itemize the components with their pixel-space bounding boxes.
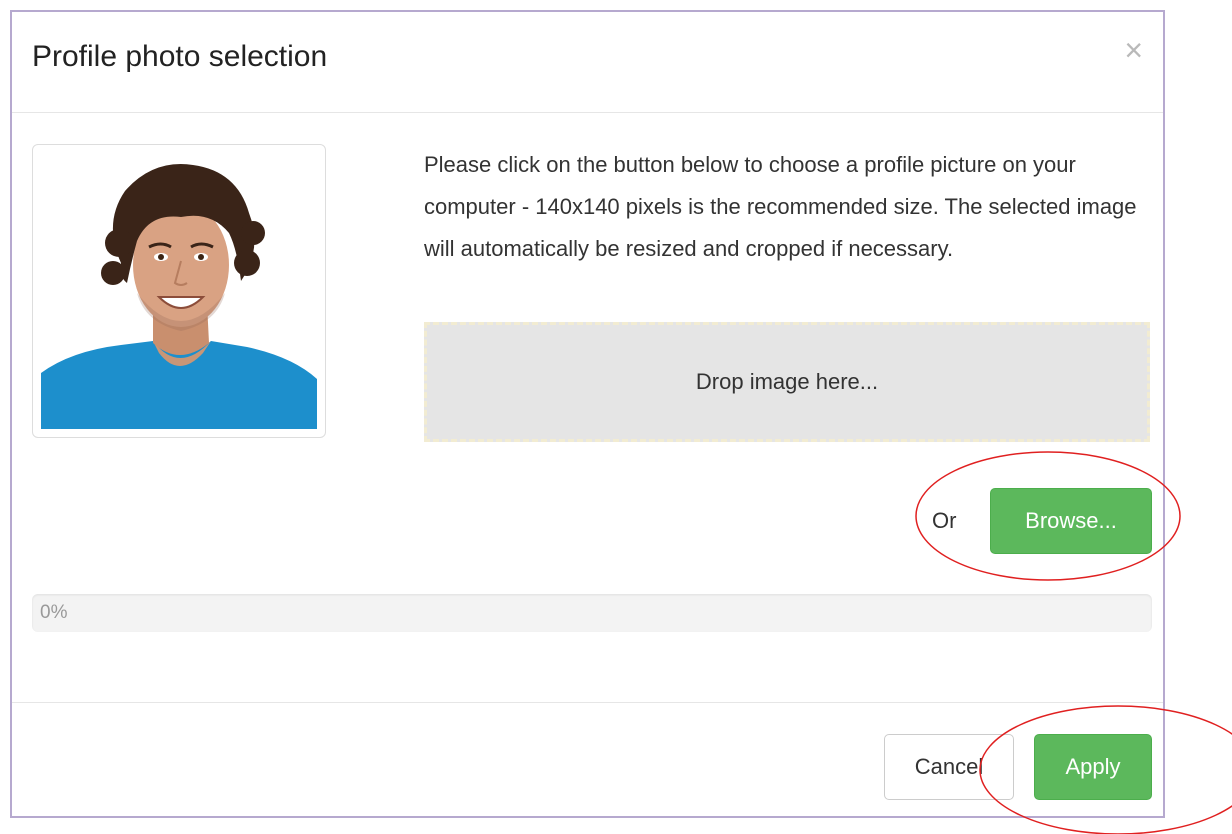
browse-button[interactable]: Browse... — [990, 488, 1152, 554]
cancel-button[interactable]: Cancel — [884, 734, 1014, 800]
upload-progress-bar: 0% — [32, 594, 1152, 632]
drop-zone-label: Drop image here... — [695, 369, 879, 394]
footer-divider — [12, 702, 1163, 703]
dialog-header: Profile photo selection × — [12, 12, 1163, 113]
progress-label: 0% — [40, 602, 68, 623]
close-icon[interactable]: × — [1124, 34, 1143, 66]
profile-photo-preview — [32, 144, 326, 438]
profile-photo-image — [41, 153, 317, 429]
dialog-title: Profile photo selection — [32, 40, 328, 73]
profile-photo-dialog: Profile photo selection × Please click o… — [10, 10, 1165, 818]
apply-button[interactable]: Apply — [1034, 734, 1152, 800]
instructions-text: Please click on the button below to choo… — [424, 152, 1137, 261]
or-label: Or — [932, 508, 957, 533]
drop-zone[interactable]: Drop image here... — [424, 322, 1150, 442]
